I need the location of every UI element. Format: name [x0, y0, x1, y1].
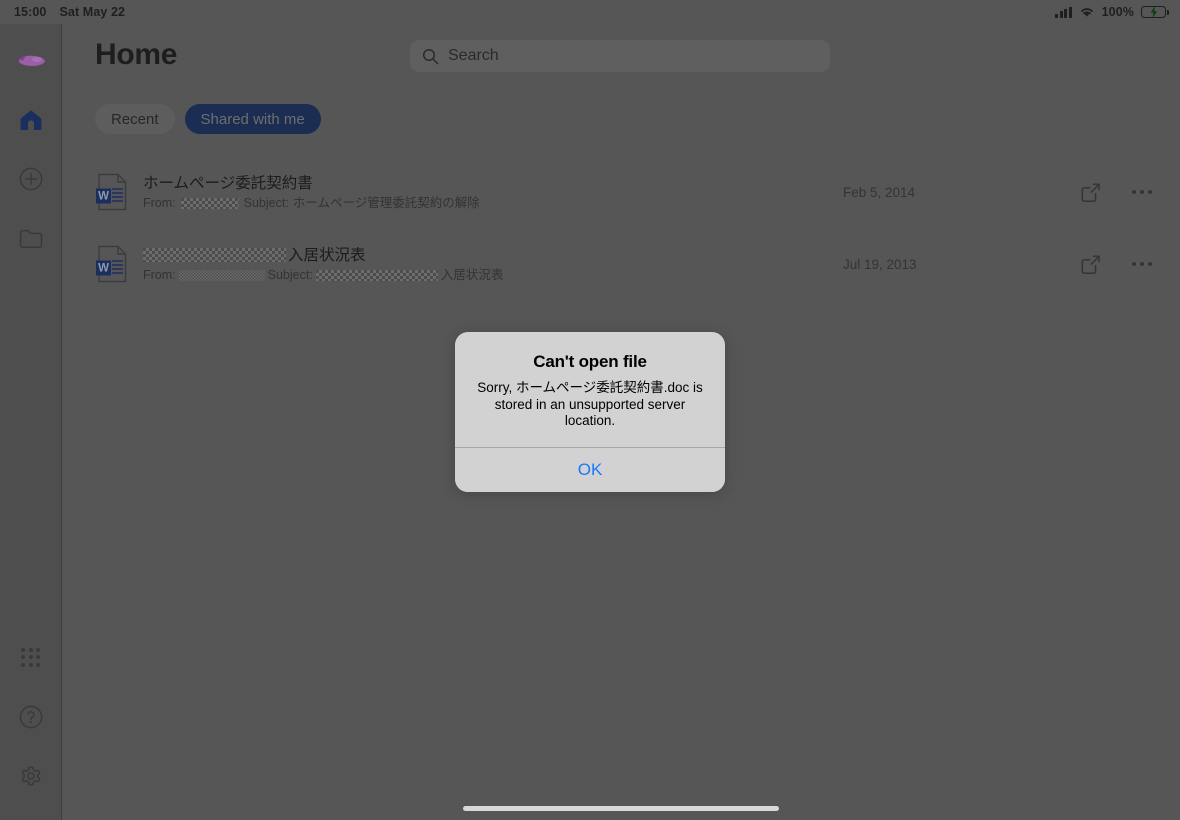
svg-text:W: W: [98, 191, 109, 203]
search-input[interactable]: Search: [410, 40, 830, 72]
home-indicator[interactable]: [463, 806, 779, 811]
alert-ok-button[interactable]: OK: [455, 447, 725, 492]
sidebar-item-files[interactable]: [12, 219, 50, 257]
page-title: Home: [95, 38, 178, 71]
sidebar-bottom-nav: [12, 638, 50, 796]
alert-ok-label: OK: [577, 459, 603, 479]
redacted-subject: [315, 269, 438, 281]
status-bar-time: 15:00: [14, 5, 47, 19]
share-icon[interactable]: [1076, 250, 1104, 278]
more-options-icon[interactable]: [1128, 250, 1156, 278]
alert-body: Can't open file Sorry, ホームページ委託契約書.doc i…: [455, 332, 725, 447]
share-icon[interactable]: [1076, 178, 1104, 206]
question-circle-icon: [19, 705, 42, 729]
file-subtitle: From: Subject: 入居状況表: [143, 267, 504, 282]
top-bar: Home Search: [62, 24, 1180, 90]
tab-shared-with-me[interactable]: Shared with me: [184, 104, 321, 134]
file-date: Feb 5, 2014: [843, 184, 916, 200]
word-document-icon: W: [95, 173, 129, 211]
home-icon: [20, 110, 41, 130]
word-document-icon: W: [95, 245, 129, 283]
alert-dialog: Can't open file Sorry, ホームページ委託契約書.doc i…: [455, 332, 725, 492]
table-row[interactable]: W 入居状況表 From: Subject: 入居状況表 Jul 19, 201…: [62, 228, 1180, 300]
file-title: 入居状況表: [143, 246, 503, 265]
sidebar: [0, 24, 62, 820]
battery-percentage: 100%: [1101, 5, 1134, 19]
redacted-file-title: [143, 248, 286, 262]
sidebar-item-settings[interactable]: [12, 758, 50, 796]
status-bar: 15:00 Sat May 22 100%: [0, 0, 1180, 24]
search-placeholder: Search: [448, 47, 499, 64]
sidebar-item-help[interactable]: [12, 698, 50, 736]
sidebar-top-nav: [12, 101, 50, 257]
row-actions: [1076, 178, 1156, 206]
file-text-block: ホームページ委託契約書 From: Subject: ホームページ管理委託契約の…: [143, 174, 480, 211]
app-window: 15:00 Sat May 22 100% Home Search Recent…: [0, 0, 1180, 820]
folder-icon: [19, 229, 42, 248]
sidebar-item-new[interactable]: [12, 160, 50, 198]
redacted-sender: [180, 197, 239, 209]
svg-text:W: W: [98, 263, 109, 275]
file-text-block: 入居状況表 From: Subject: 入居状況表: [143, 246, 503, 283]
gear-icon: [20, 766, 41, 786]
file-list: W ホームページ委託契約書 From: Subject: ホームページ管理委託契…: [62, 156, 1180, 300]
cellular-bars-icon: [1055, 6, 1072, 18]
file-title: ホームページ委託契約書: [143, 174, 313, 192]
apps-grid-icon: [21, 647, 40, 667]
alert-title: Can't open file: [533, 352, 647, 371]
sidebar-item-home[interactable]: [12, 101, 50, 139]
filter-tabs: Recent Shared with me: [95, 104, 321, 134]
more-options-icon[interactable]: [1128, 178, 1156, 206]
battery-charging-icon: [1141, 5, 1169, 19]
table-row[interactable]: W ホームページ委託契約書 From: Subject: ホームページ管理委託契…: [62, 156, 1180, 228]
file-subtitle: From: Subject: ホームページ管理委託契約の解除: [143, 195, 480, 210]
app-logo[interactable]: [9, 39, 53, 79]
row-actions: [1076, 250, 1156, 278]
status-bar-date: Sat May 22: [59, 5, 126, 19]
redacted-sender: [178, 269, 265, 281]
status-bar-indicators: 100%: [1055, 5, 1169, 19]
tab-recent[interactable]: Recent: [95, 104, 175, 134]
sidebar-item-apps[interactable]: [12, 638, 50, 676]
alert-message: Sorry, ホームページ委託契約書.doc is stored in an u…: [477, 380, 703, 428]
plus-circle-icon: [19, 167, 42, 191]
file-date: Jul 19, 2013: [843, 256, 917, 272]
search-icon: [422, 48, 439, 64]
wifi-icon: [1079, 6, 1095, 18]
